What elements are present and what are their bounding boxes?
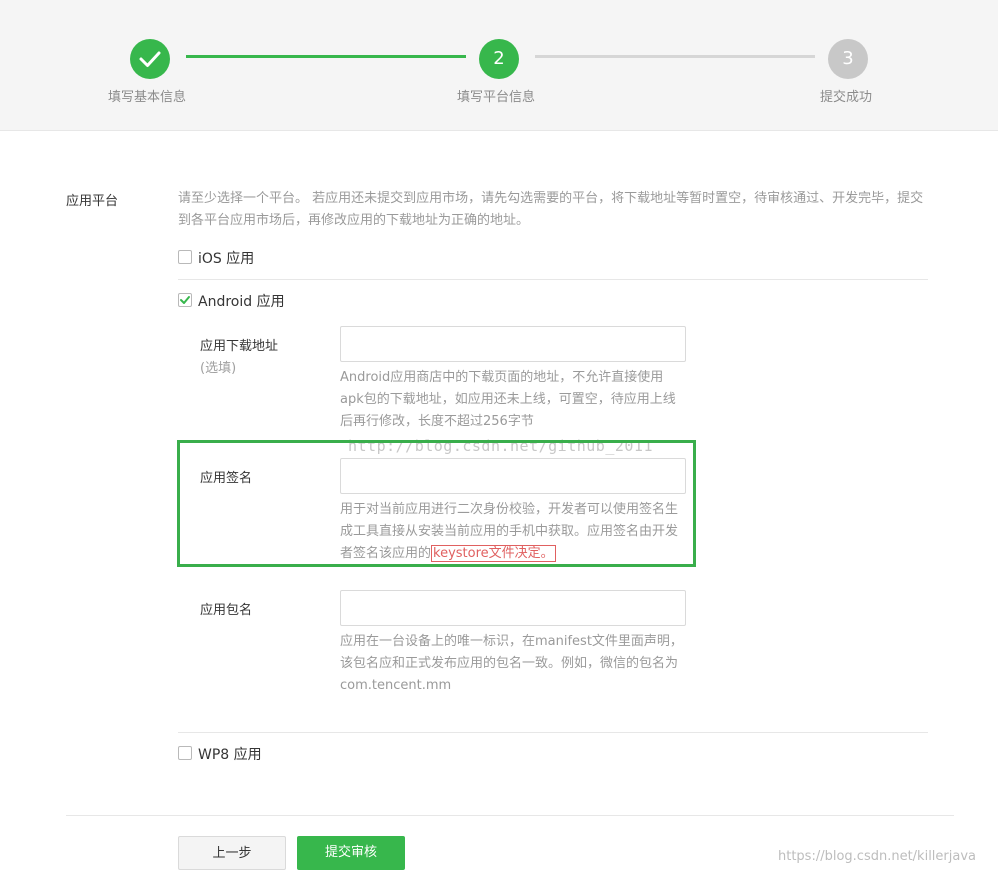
- step-connector-2: [535, 55, 815, 58]
- submit-review-button[interactable]: 提交审核: [297, 836, 405, 870]
- platform-hint: 请至少选择一个平台。 若应用还未提交到应用市场，请先勾选需要的平台，将下载地址等…: [178, 191, 924, 228]
- download-url-optional-label: (选填): [200, 361, 237, 376]
- step-2-circle: 2: [479, 39, 519, 79]
- step-3-circle: 3: [828, 39, 868, 79]
- step-2-label: 填写平台信息: [457, 90, 536, 105]
- keystore-highlight: keystore文件决定。: [431, 545, 556, 562]
- package-name-hint: 应用在一台设备上的唯一标识，在manifest文件里面声明，该包名应和正式发布应…: [340, 634, 683, 693]
- ios-checkbox[interactable]: [178, 250, 192, 264]
- android-option-label[interactable]: Android 应用: [198, 291, 285, 311]
- prev-step-button[interactable]: 上一步: [178, 836, 286, 870]
- wp8-option-label[interactable]: WP8 应用: [198, 744, 262, 764]
- watermark-corner: https://blog.csdn.net/killerjava: [778, 849, 977, 864]
- wp8-checkbox[interactable]: [178, 746, 192, 760]
- download-url-label: 应用下载地址: [200, 339, 279, 354]
- footer-divider: [66, 815, 954, 816]
- check-icon: [180, 296, 190, 304]
- android-checkbox[interactable]: [178, 293, 192, 307]
- signature-input[interactable]: [340, 458, 686, 494]
- package-name-input[interactable]: [340, 590, 686, 626]
- step-connector-1: [186, 55, 466, 58]
- package-name-label: 应用包名: [200, 603, 253, 618]
- ios-option-label[interactable]: iOS 应用: [198, 248, 254, 268]
- divider: [178, 279, 928, 280]
- step-1-label: 填写基本信息: [108, 90, 187, 105]
- download-url-hint: Android应用商店中的下载页面的地址，不允许直接使用apk包的下载地址，如应…: [340, 370, 676, 429]
- signature-label: 应用签名: [200, 471, 253, 486]
- step-1-check-icon: [130, 39, 170, 79]
- platform-label: 应用平台: [66, 194, 119, 209]
- signature-hint: 用于对当前应用进行二次身份校验，开发者可以使用签名生成工具直接从安装当前应用的手…: [340, 499, 686, 565]
- divider: [178, 732, 928, 733]
- checkmark-icon: [139, 51, 161, 67]
- download-url-input[interactable]: [340, 326, 686, 362]
- step-3-label: 提交成功: [820, 90, 873, 105]
